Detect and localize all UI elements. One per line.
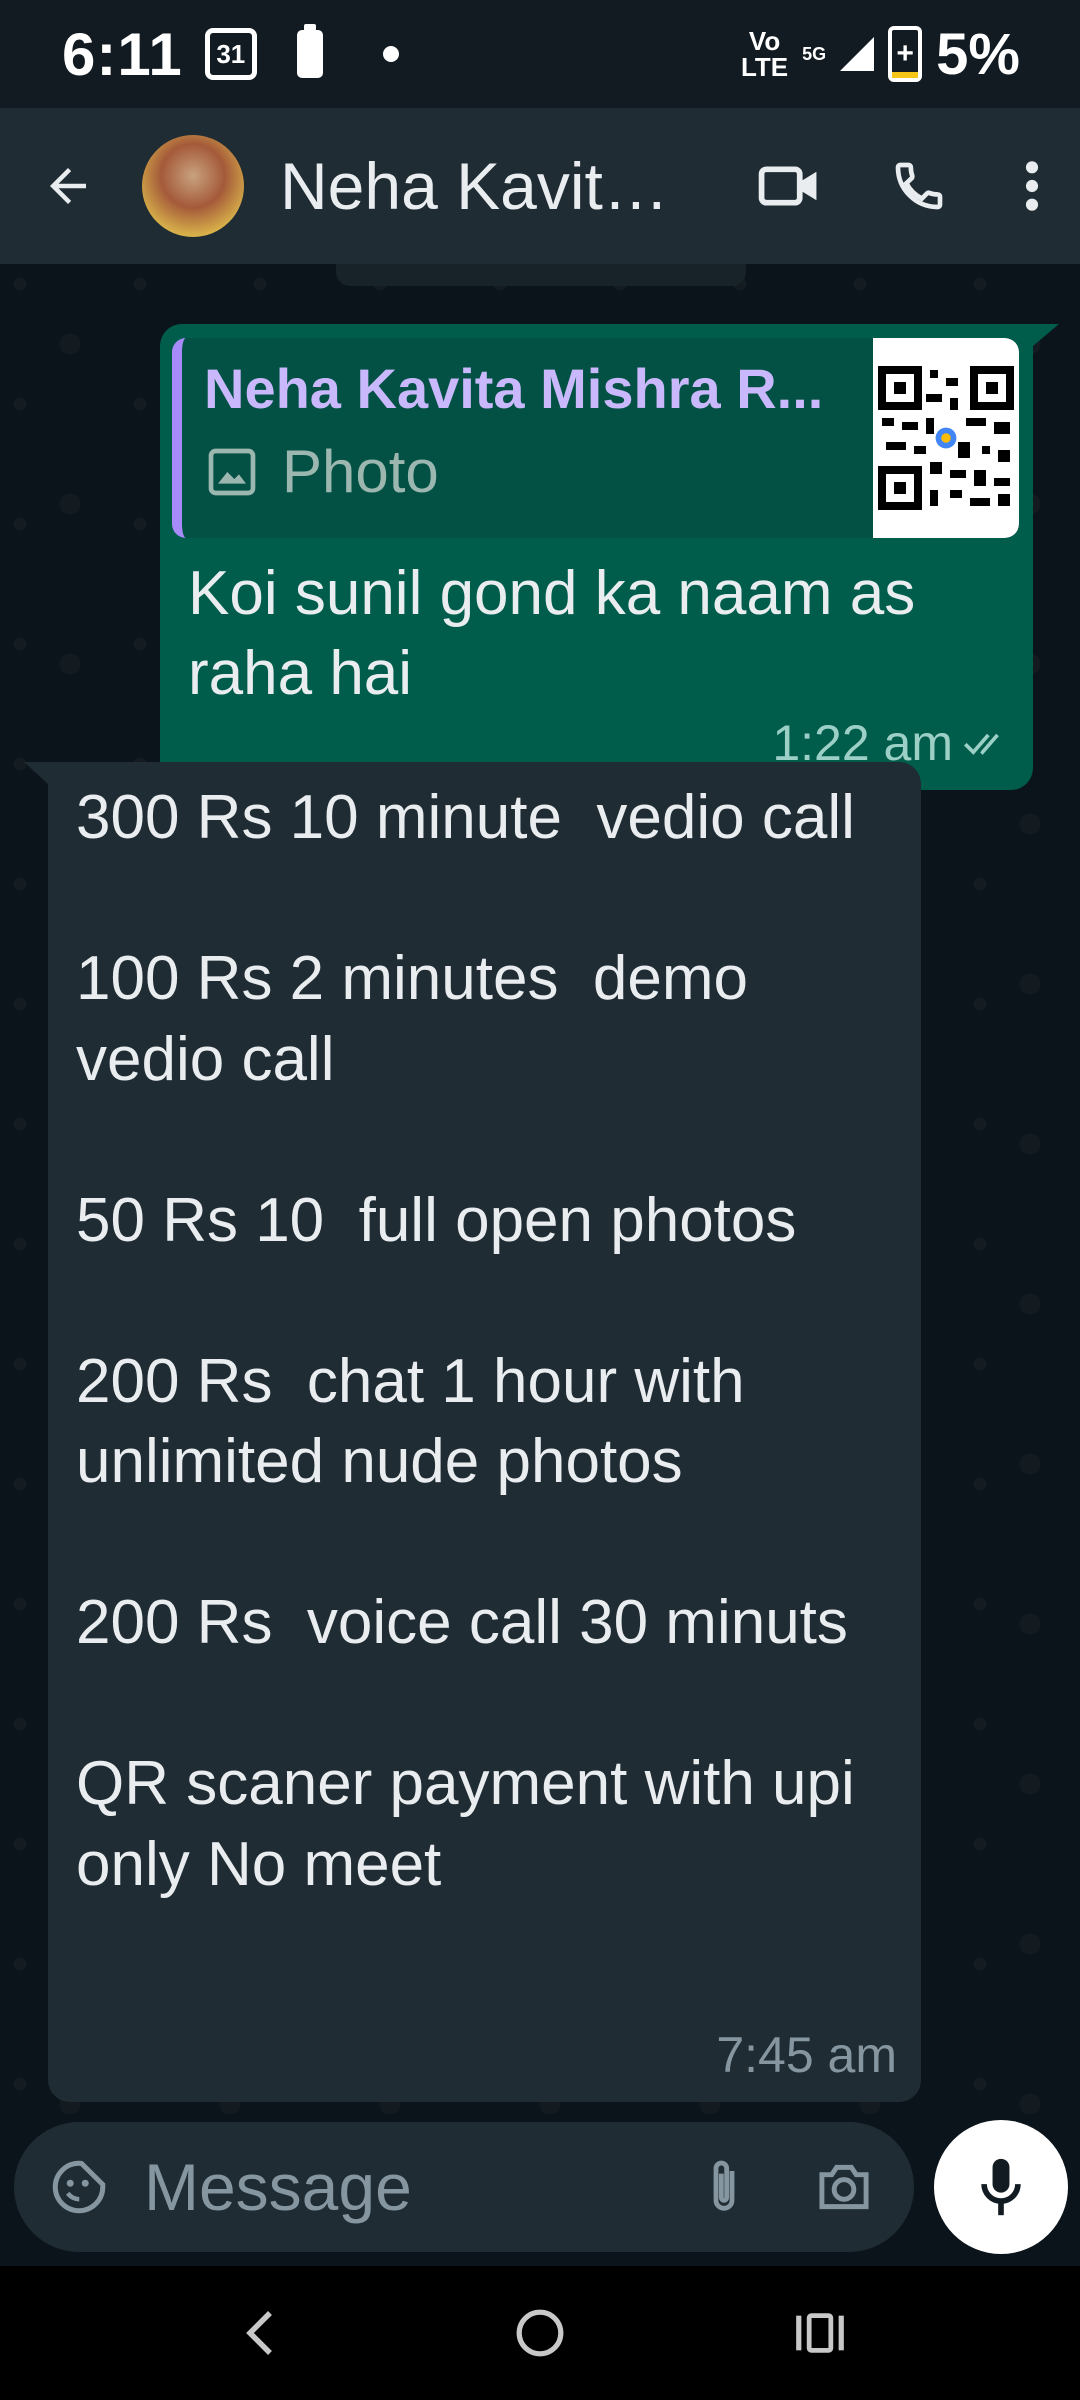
phone-icon	[895, 162, 943, 210]
quoted-message-content: Neha Kavita Mishra R... Photo	[182, 338, 873, 538]
nav-back-button[interactable]	[200, 2278, 320, 2388]
quote-type: Photo	[204, 437, 873, 506]
message-input[interactable]	[144, 2137, 664, 2237]
nav-recents-button[interactable]	[760, 2278, 880, 2388]
incoming-message-text: 300 Rs 10 minute vedio call 100 Rs 2 min…	[76, 783, 855, 1899]
nav-home-button[interactable]	[480, 2278, 600, 2388]
quote-author: Neha Kavita Mishra R...	[204, 357, 824, 420]
contact-name[interactable]: Neha Kavita Mishra R...	[280, 148, 690, 224]
double-check-icon	[963, 733, 999, 755]
voice-message-button[interactable]	[934, 2120, 1068, 2254]
quoted-message[interactable]: Neha Kavita Mishra R... Photo	[172, 338, 1019, 538]
battery-notification-icon	[296, 24, 323, 78]
voice-call-button[interactable]	[854, 108, 984, 264]
emoji-button[interactable]	[14, 2122, 144, 2252]
battery-percent: 5%	[936, 21, 1020, 87]
calendar-icon: 31	[204, 28, 257, 80]
qr-code-icon	[878, 366, 1014, 510]
date-pill	[336, 264, 746, 286]
signal-icon	[840, 37, 875, 71]
camera-icon	[819, 2164, 869, 2210]
notification-dot-icon	[382, 46, 399, 62]
photo-icon	[208, 448, 256, 495]
attach-button[interactable]	[664, 2122, 784, 2252]
quote-type-label: Photo	[282, 438, 439, 505]
emoji-sticker-icon	[52, 2160, 106, 2214]
outgoing-message[interactable]: Neha Kavita Mishra R... Photo Koi sunil …	[160, 324, 1059, 790]
incoming-message-time: 7:45 am	[716, 2027, 897, 2083]
more-vertical-icon	[1025, 161, 1039, 211]
outgoing-message-text: Koi sunil gond ka naam as raha hai	[188, 559, 916, 708]
status-time: 6:11	[62, 20, 183, 88]
volte-icon: Vo LTE	[740, 26, 789, 82]
camera-button[interactable]	[784, 2122, 904, 2252]
arrow-left-icon	[50, 168, 86, 204]
system-navigation-bar	[0, 2266, 1080, 2400]
more-options-button[interactable]	[984, 108, 1080, 264]
microphone-icon	[981, 2158, 1021, 2216]
video-call-button[interactable]	[724, 108, 854, 264]
video-camera-icon	[758, 166, 817, 206]
5g-label: 5G	[802, 43, 827, 64]
status-bar: 6:11 31 Vo LTE 5G + 5%	[0, 0, 1080, 108]
paperclip-icon	[713, 2160, 735, 2211]
chat-header: Neha Kavita Mishra R...	[0, 108, 1080, 264]
incoming-message[interactable]: 300 Rs 10 minute vedio call 100 Rs 2 min…	[24, 762, 921, 2102]
recent-apps-icon	[796, 2313, 844, 2353]
header-actions	[724, 108, 1080, 264]
qr-code-thumbnail[interactable]	[873, 338, 1019, 538]
avatar[interactable]	[142, 135, 244, 237]
battery-icon: +	[888, 26, 923, 82]
circle-home-icon	[516, 2309, 564, 2357]
back-button[interactable]	[18, 108, 118, 264]
chevron-left-icon	[246, 2311, 272, 2355]
status-indicators: Vo LTE 5G + 5%	[741, 21, 1020, 88]
chat-area[interactable]: Neha Kavita Mishra R... Photo Koi sunil …	[0, 264, 1080, 2114]
message-composer	[14, 2122, 914, 2252]
